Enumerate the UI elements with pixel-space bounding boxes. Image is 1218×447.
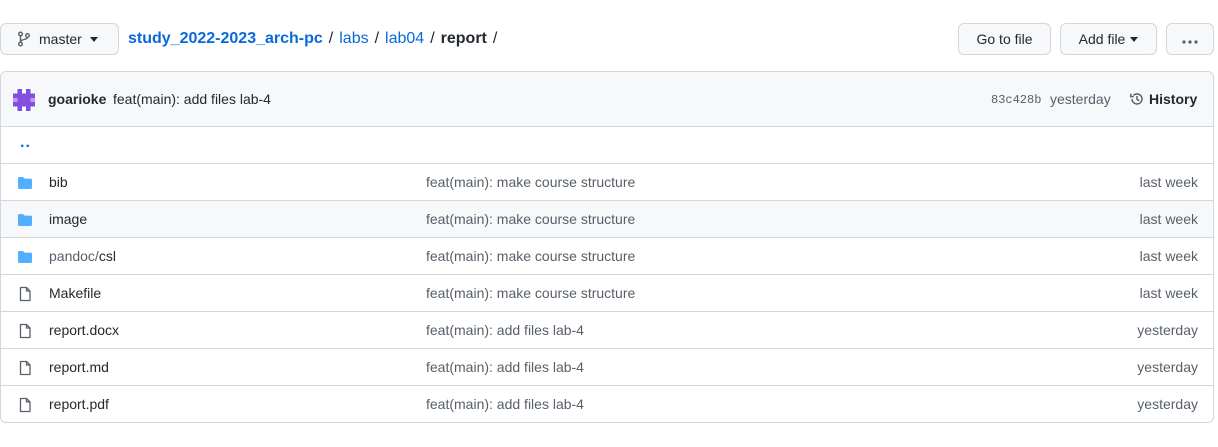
file-age: last week (1139, 285, 1198, 301)
history-link[interactable]: History (1129, 91, 1197, 107)
kebab-horizontal-icon (1182, 31, 1198, 47)
file-commit-message[interactable]: feat(main): add files lab-4 (426, 359, 584, 375)
go-to-file-label: Go to file (976, 31, 1033, 47)
file-age: last week (1139, 211, 1198, 227)
commit-author[interactable]: goarioke (48, 91, 106, 107)
repo-toolbar: master study_2022-2023_arch-pc / labs / … (0, 23, 1218, 55)
file-icon (17, 286, 33, 302)
breadcrumb-current: report (440, 30, 487, 47)
file-row-makefile[interactable]: Makefile feat(main): make course structu… (1, 275, 1213, 312)
file-row-image[interactable]: image feat(main): make course structure … (1, 201, 1213, 238)
commit-time: yesterday (1050, 91, 1111, 107)
git-branch-icon (17, 31, 31, 47)
file-commit-message[interactable]: feat(main): make course structure (426, 285, 635, 301)
file-commit-message[interactable]: feat(main): make course structure (426, 248, 635, 264)
file-age: yesterday (1137, 322, 1198, 338)
file-icon (17, 323, 33, 339)
add-file-label: Add file (1078, 31, 1126, 47)
file-browser: goarioke feat(main): add files lab-4 83c… (0, 71, 1214, 423)
folder-icon (17, 175, 33, 191)
file-commit-message[interactable]: feat(main): add files lab-4 (426, 322, 584, 338)
branch-selector-button[interactable]: master (0, 23, 119, 55)
add-file-button[interactable]: Add file (1060, 23, 1157, 55)
breadcrumb: study_2022-2023_arch-pc / labs / lab04 /… (128, 23, 503, 55)
avatar[interactable] (13, 89, 35, 111)
breadcrumb-separator: / (374, 30, 380, 47)
file-row-pandoc-csl[interactable]: pandoc/csl feat(main): make course struc… (1, 238, 1213, 275)
file-name[interactable]: image (49, 211, 87, 227)
file-age: yesterday (1137, 396, 1198, 412)
file-row-bib[interactable]: bib feat(main): make course structure la… (1, 164, 1213, 201)
file-name[interactable]: pandoc/csl (49, 248, 116, 264)
file-name[interactable]: report.docx (49, 322, 119, 338)
breadcrumb-repo-link[interactable]: study_2022-2023_arch-pc (128, 30, 323, 48)
breadcrumb-link-lab04[interactable]: lab04 (385, 30, 424, 48)
parent-directory-row[interactable]: .. (1, 127, 1213, 164)
file-commit-message[interactable]: feat(main): make course structure (426, 211, 635, 227)
file-name[interactable]: report.pdf (49, 396, 109, 412)
breadcrumb-separator: / (328, 30, 334, 47)
folder-icon (17, 212, 33, 228)
parent-directory-link[interactable]: .. (20, 134, 31, 152)
history-label: History (1149, 91, 1198, 107)
file-commit-message[interactable]: feat(main): add files lab-4 (426, 396, 584, 412)
breadcrumb-link-labs[interactable]: labs (339, 30, 368, 48)
commit-sha[interactable]: 83c428b (991, 93, 1041, 107)
more-options-button[interactable] (1166, 23, 1214, 55)
history-icon (1129, 91, 1145, 107)
folder-icon (17, 249, 33, 265)
breadcrumb-separator: / (492, 30, 498, 47)
file-icon (17, 397, 33, 413)
file-row-report-docx[interactable]: report.docx feat(main): add files lab-4 … (1, 312, 1213, 349)
commit-message[interactable]: feat(main): add files lab-4 (113, 91, 271, 107)
latest-commit-bar: goarioke feat(main): add files lab-4 83c… (1, 72, 1213, 127)
file-name[interactable]: bib (49, 174, 68, 190)
file-name[interactable]: report.md (49, 359, 109, 375)
file-age: last week (1139, 174, 1198, 190)
chevron-down-icon (89, 36, 98, 42)
file-row-report-md[interactable]: report.md feat(main): add files lab-4 ye… (1, 349, 1213, 386)
branch-name: master (39, 31, 82, 47)
file-age: yesterday (1137, 359, 1198, 375)
file-commit-message[interactable]: feat(main): make course structure (426, 174, 635, 190)
breadcrumb-separator: / (430, 30, 435, 47)
file-name[interactable]: Makefile (49, 285, 101, 301)
file-age: last week (1139, 248, 1198, 264)
chevron-down-icon (1130, 36, 1139, 42)
go-to-file-button[interactable]: Go to file (958, 23, 1051, 55)
file-icon (17, 360, 33, 376)
file-row-report-pdf[interactable]: report.pdf feat(main): add files lab-4 y… (1, 386, 1213, 422)
